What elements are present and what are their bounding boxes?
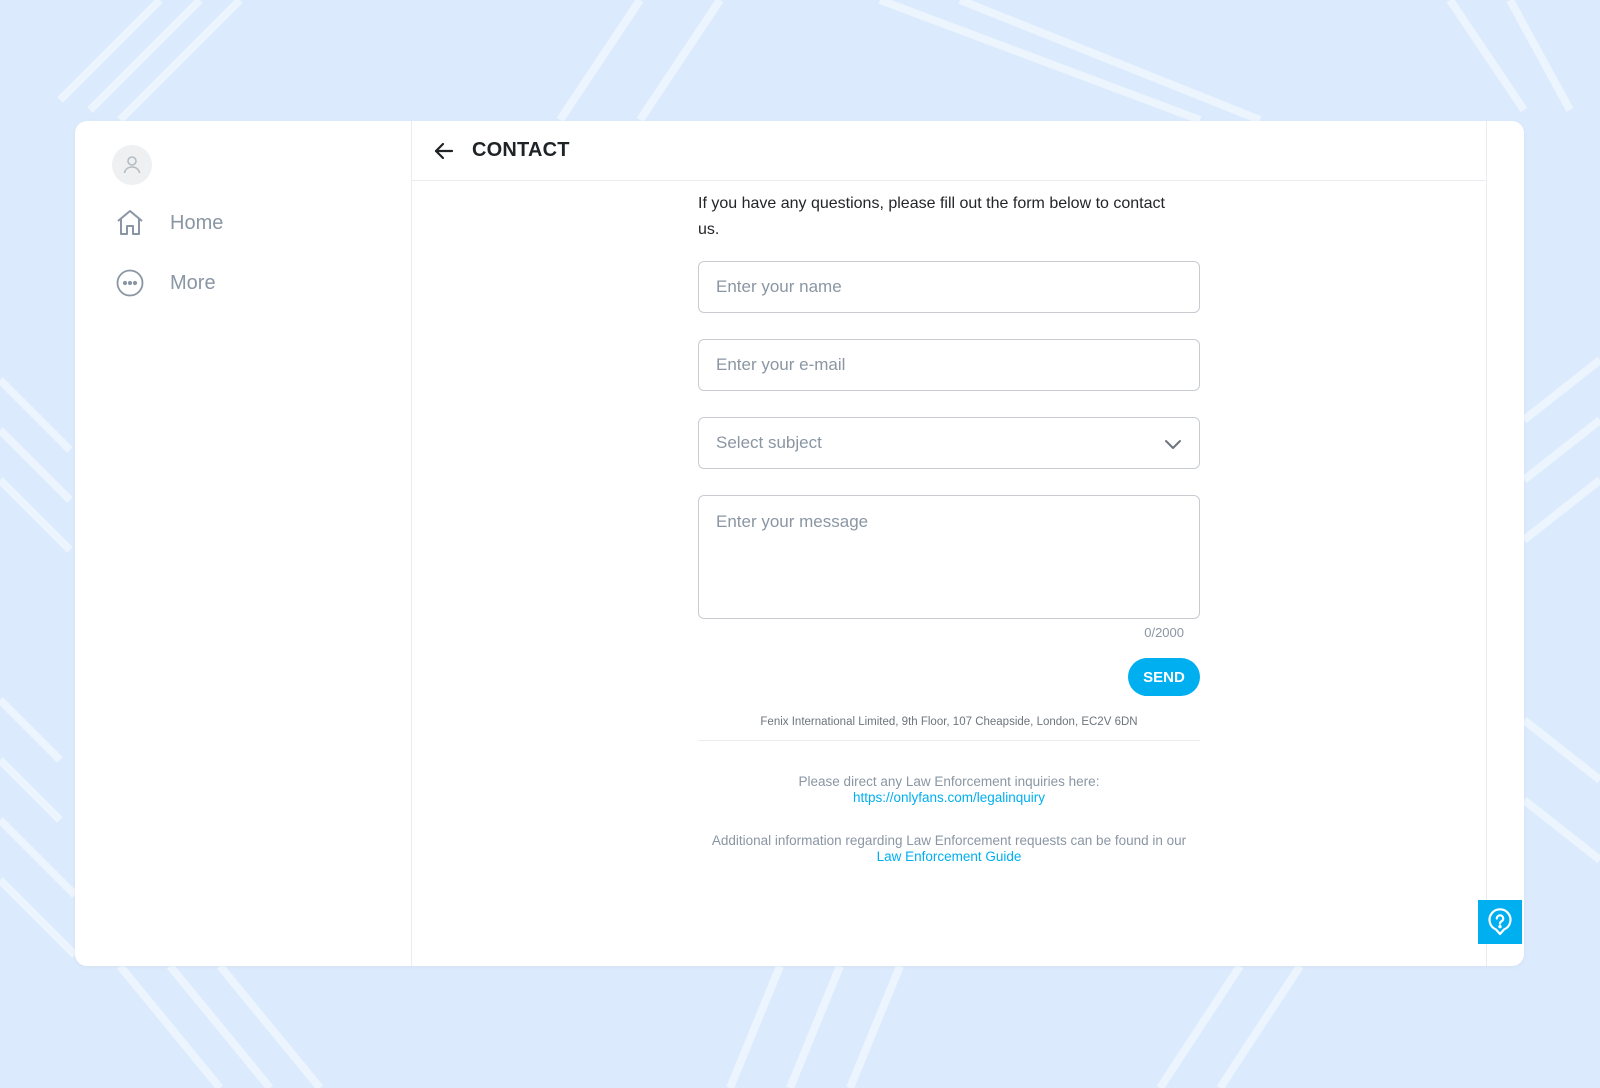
law-enforcement-guide-info: Additional information regarding Law Enf… — [698, 833, 1200, 865]
message-textarea[interactable] — [699, 496, 1199, 618]
home-icon — [113, 206, 147, 240]
sidebar-item-home[interactable]: Home — [113, 203, 373, 243]
email-field-wrapper — [698, 339, 1200, 391]
help-button[interactable] — [1478, 900, 1522, 944]
avatar[interactable] — [112, 145, 152, 185]
user-icon — [123, 156, 141, 174]
company-address: Fenix International Limited, 9th Floor, … — [698, 716, 1200, 741]
law-enforcement-info: Please direct any Law Enforcement inquir… — [698, 774, 1200, 806]
chevron-down-icon — [1165, 440, 1181, 449]
sidebar-item-label: Home — [170, 211, 224, 234]
send-row: SEND — [698, 658, 1200, 696]
law-enforcement-guide-link[interactable]: Law Enforcement Guide — [698, 849, 1200, 865]
law-enforcement-text: Please direct any Law Enforcement inquir… — [798, 774, 1100, 789]
form-intro: If you have any questions, please fill o… — [698, 195, 1165, 238]
subject-select-value: Select subject — [716, 433, 822, 452]
main-panel: CONTACT If you have any questions, pleas… — [412, 121, 1487, 966]
arrow-left-icon — [434, 142, 454, 159]
page-title: CONTACT — [472, 139, 570, 161]
send-button[interactable]: SEND — [1128, 658, 1200, 696]
sidebar: Home More — [75, 121, 412, 966]
sidebar-item-label: More — [170, 271, 216, 294]
page-header: CONTACT — [412, 121, 1486, 181]
subject-select[interactable]: Select subject — [698, 417, 1200, 469]
sidebar-item-more[interactable]: More — [113, 263, 373, 303]
law-enforcement-guide-text: Additional information regarding Law Enf… — [711, 833, 1187, 848]
legal-inquiry-link[interactable]: https://onlyfans.com/legalinquiry — [698, 790, 1200, 806]
help-question-icon — [1488, 908, 1512, 936]
contact-form: If you have any questions, please fill o… — [698, 181, 1200, 865]
back-button[interactable] — [432, 139, 456, 163]
more-icon — [113, 266, 147, 300]
name-input[interactable] — [699, 262, 1199, 312]
message-field-wrapper — [698, 495, 1200, 619]
character-counter: 0/2000 — [1144, 625, 1184, 640]
app-window: Home More CONTACT If you have any questi… — [75, 121, 1524, 966]
email-input[interactable] — [699, 340, 1199, 390]
name-field-wrapper — [698, 261, 1200, 313]
